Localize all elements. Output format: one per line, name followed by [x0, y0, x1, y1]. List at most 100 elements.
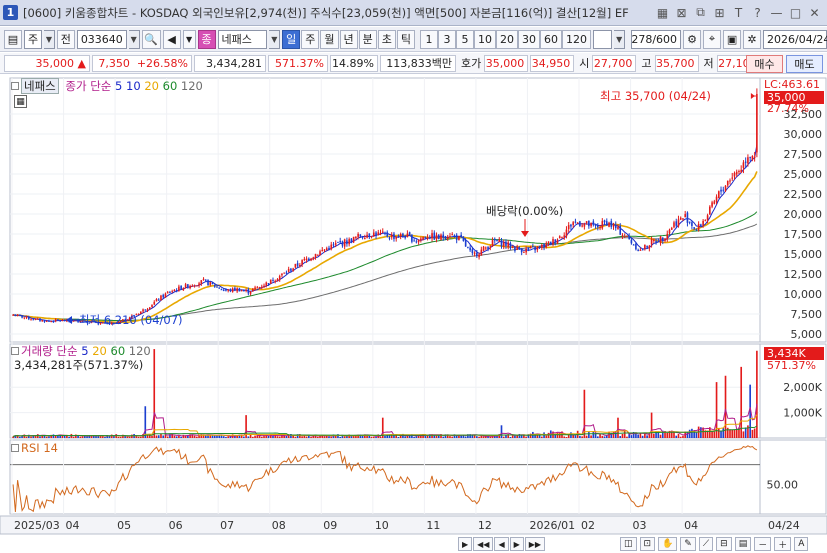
candle-body	[449, 236, 451, 238]
font-size-icon[interactable]: A	[794, 537, 809, 551]
speaker-dropdown-icon[interactable]: ▼	[182, 29, 196, 49]
count-input[interactable]: 278/600	[631, 29, 682, 49]
price-tick-label: 20,000	[784, 208, 823, 221]
settings-icon[interactable]: ✲	[743, 29, 762, 49]
stock-name-dropdown-icon[interactable]: ▼	[269, 29, 281, 49]
interval-button-60[interactable]: 60	[540, 29, 563, 49]
chevron-down-icon[interactable]: ▼	[44, 29, 55, 49]
candle-body	[34, 318, 37, 321]
interval-button-20[interactable]: 20	[496, 29, 519, 49]
scroll-end-icon[interactable]: ▶▶	[524, 537, 546, 551]
line-icon[interactable]: ⟋	[698, 537, 714, 551]
draw-icon[interactable]: ✎	[680, 537, 696, 551]
candle-body	[305, 258, 308, 261]
candle-body	[558, 236, 561, 239]
interval-dropdown-icon[interactable]: ▼	[614, 29, 626, 49]
volume-value-text: 3,434,281주(571.37%)	[14, 358, 144, 372]
volume-bar	[476, 436, 478, 438]
interval-button-1[interactable]: 1	[420, 29, 439, 49]
mode-button[interactable]: 종	[197, 29, 216, 49]
period-select[interactable]: 주	[24, 29, 43, 49]
candle-body	[312, 257, 315, 260]
link-icon[interactable]: ⊠	[673, 4, 690, 21]
search-icon[interactable]: 🔍	[141, 29, 161, 49]
scroll-begin-icon[interactable]: ◀◀	[473, 537, 494, 551]
compare-button[interactable]: 전	[56, 29, 75, 49]
sell-button[interactable]: 매도	[786, 55, 823, 73]
candle-body	[45, 320, 48, 322]
period-button-day[interactable]: 일	[282, 29, 301, 49]
toolbar-menu-icon[interactable]: ▤	[4, 29, 22, 49]
minimize-icon[interactable]: —	[768, 4, 785, 21]
volume-bar	[139, 436, 142, 438]
interval-button-120[interactable]: 120	[562, 29, 592, 49]
candle-body	[612, 224, 615, 227]
restore-icon[interactable]: ⧉	[692, 4, 709, 21]
stock-code-input[interactable]: 033640	[76, 29, 127, 49]
volume-bar	[104, 436, 106, 438]
zoom-area-icon[interactable]: ⊡	[639, 537, 656, 551]
period-button-second[interactable]: 초	[377, 29, 396, 49]
date-input[interactable]: 2026/04/24	[763, 29, 827, 49]
candle-body	[630, 240, 633, 244]
stock-code-dropdown-icon[interactable]: ▼	[128, 29, 140, 49]
price-legend-name[interactable]: 네패스	[21, 78, 59, 94]
interval-button-10[interactable]: 10	[474, 29, 497, 49]
volume-bar	[330, 436, 333, 438]
zoom-in-icon[interactable]: ＋	[774, 537, 792, 551]
help-icon[interactable]: ?	[749, 4, 766, 21]
volume-bar	[612, 431, 615, 438]
scroll-back-icon[interactable]: ◀	[494, 537, 509, 551]
period-button-week[interactable]: 주	[301, 29, 320, 49]
interval-button-5[interactable]: 5	[456, 29, 475, 49]
zoom-out-icon[interactable]: －	[754, 537, 772, 551]
volume-bar	[567, 434, 570, 438]
volume-bar	[86, 436, 88, 438]
period-button-minute[interactable]: 분	[358, 29, 377, 49]
scroll-left-icon[interactable]: ▶	[458, 537, 473, 551]
fit-icon[interactable]: ⊟	[716, 537, 732, 551]
volume-bar	[68, 436, 70, 438]
stock-name-field[interactable]: 네패스	[217, 29, 268, 49]
candle-body	[749, 157, 751, 159]
text-icon[interactable]: T	[730, 4, 747, 21]
indicator-icon[interactable]: ⚙	[683, 29, 702, 49]
view-icon[interactable]: ▤	[734, 537, 752, 551]
volume-bar	[243, 436, 245, 438]
candle-body	[639, 249, 642, 251]
candle-body	[220, 289, 223, 291]
table-icon[interactable]: ▦	[14, 95, 27, 108]
period-button-tick[interactable]: 틱	[396, 29, 416, 49]
x-tick-label: 02	[581, 519, 595, 532]
candle-body	[63, 319, 66, 322]
crosshair-icon[interactable]: ⌖	[703, 29, 722, 49]
close-icon[interactable]: ✕	[806, 4, 823, 21]
period-button-year[interactable]: 년	[339, 29, 358, 49]
speaker-icon[interactable]: ◀	[162, 29, 181, 49]
candle-body	[547, 241, 550, 244]
volume-bar	[583, 389, 586, 438]
maximize-icon[interactable]: □	[787, 4, 804, 21]
pin-icon[interactable]: ⊞	[711, 4, 728, 21]
volume-tick-label: 2,000K	[783, 381, 822, 394]
pan-icon[interactable]: ✋	[658, 537, 678, 551]
interval-button-3[interactable]: 3	[438, 29, 457, 49]
buy-button[interactable]: 매수	[746, 55, 783, 73]
zoom-reset-icon[interactable]: ◫	[620, 537, 637, 551]
candle-body	[341, 241, 344, 246]
price-tick-label: 10,000	[784, 288, 823, 301]
candle-body	[473, 252, 476, 254]
period-button-month[interactable]: 월	[320, 29, 339, 49]
candle-body	[238, 288, 241, 292]
volume-bar	[720, 431, 722, 438]
candle-body	[404, 236, 406, 238]
interval-button-30[interactable]: 30	[518, 29, 541, 49]
volume-bar	[424, 436, 427, 438]
grid-icon[interactable]: ▦	[654, 4, 671, 21]
interval-custom-input[interactable]	[593, 29, 613, 49]
save-icon[interactable]: ▣	[723, 29, 742, 49]
quote-volume: 3,434,281	[194, 54, 266, 72]
candle-body	[411, 234, 413, 242]
scroll-forward-icon[interactable]: ▶	[509, 537, 524, 551]
volume-bar	[384, 435, 386, 438]
